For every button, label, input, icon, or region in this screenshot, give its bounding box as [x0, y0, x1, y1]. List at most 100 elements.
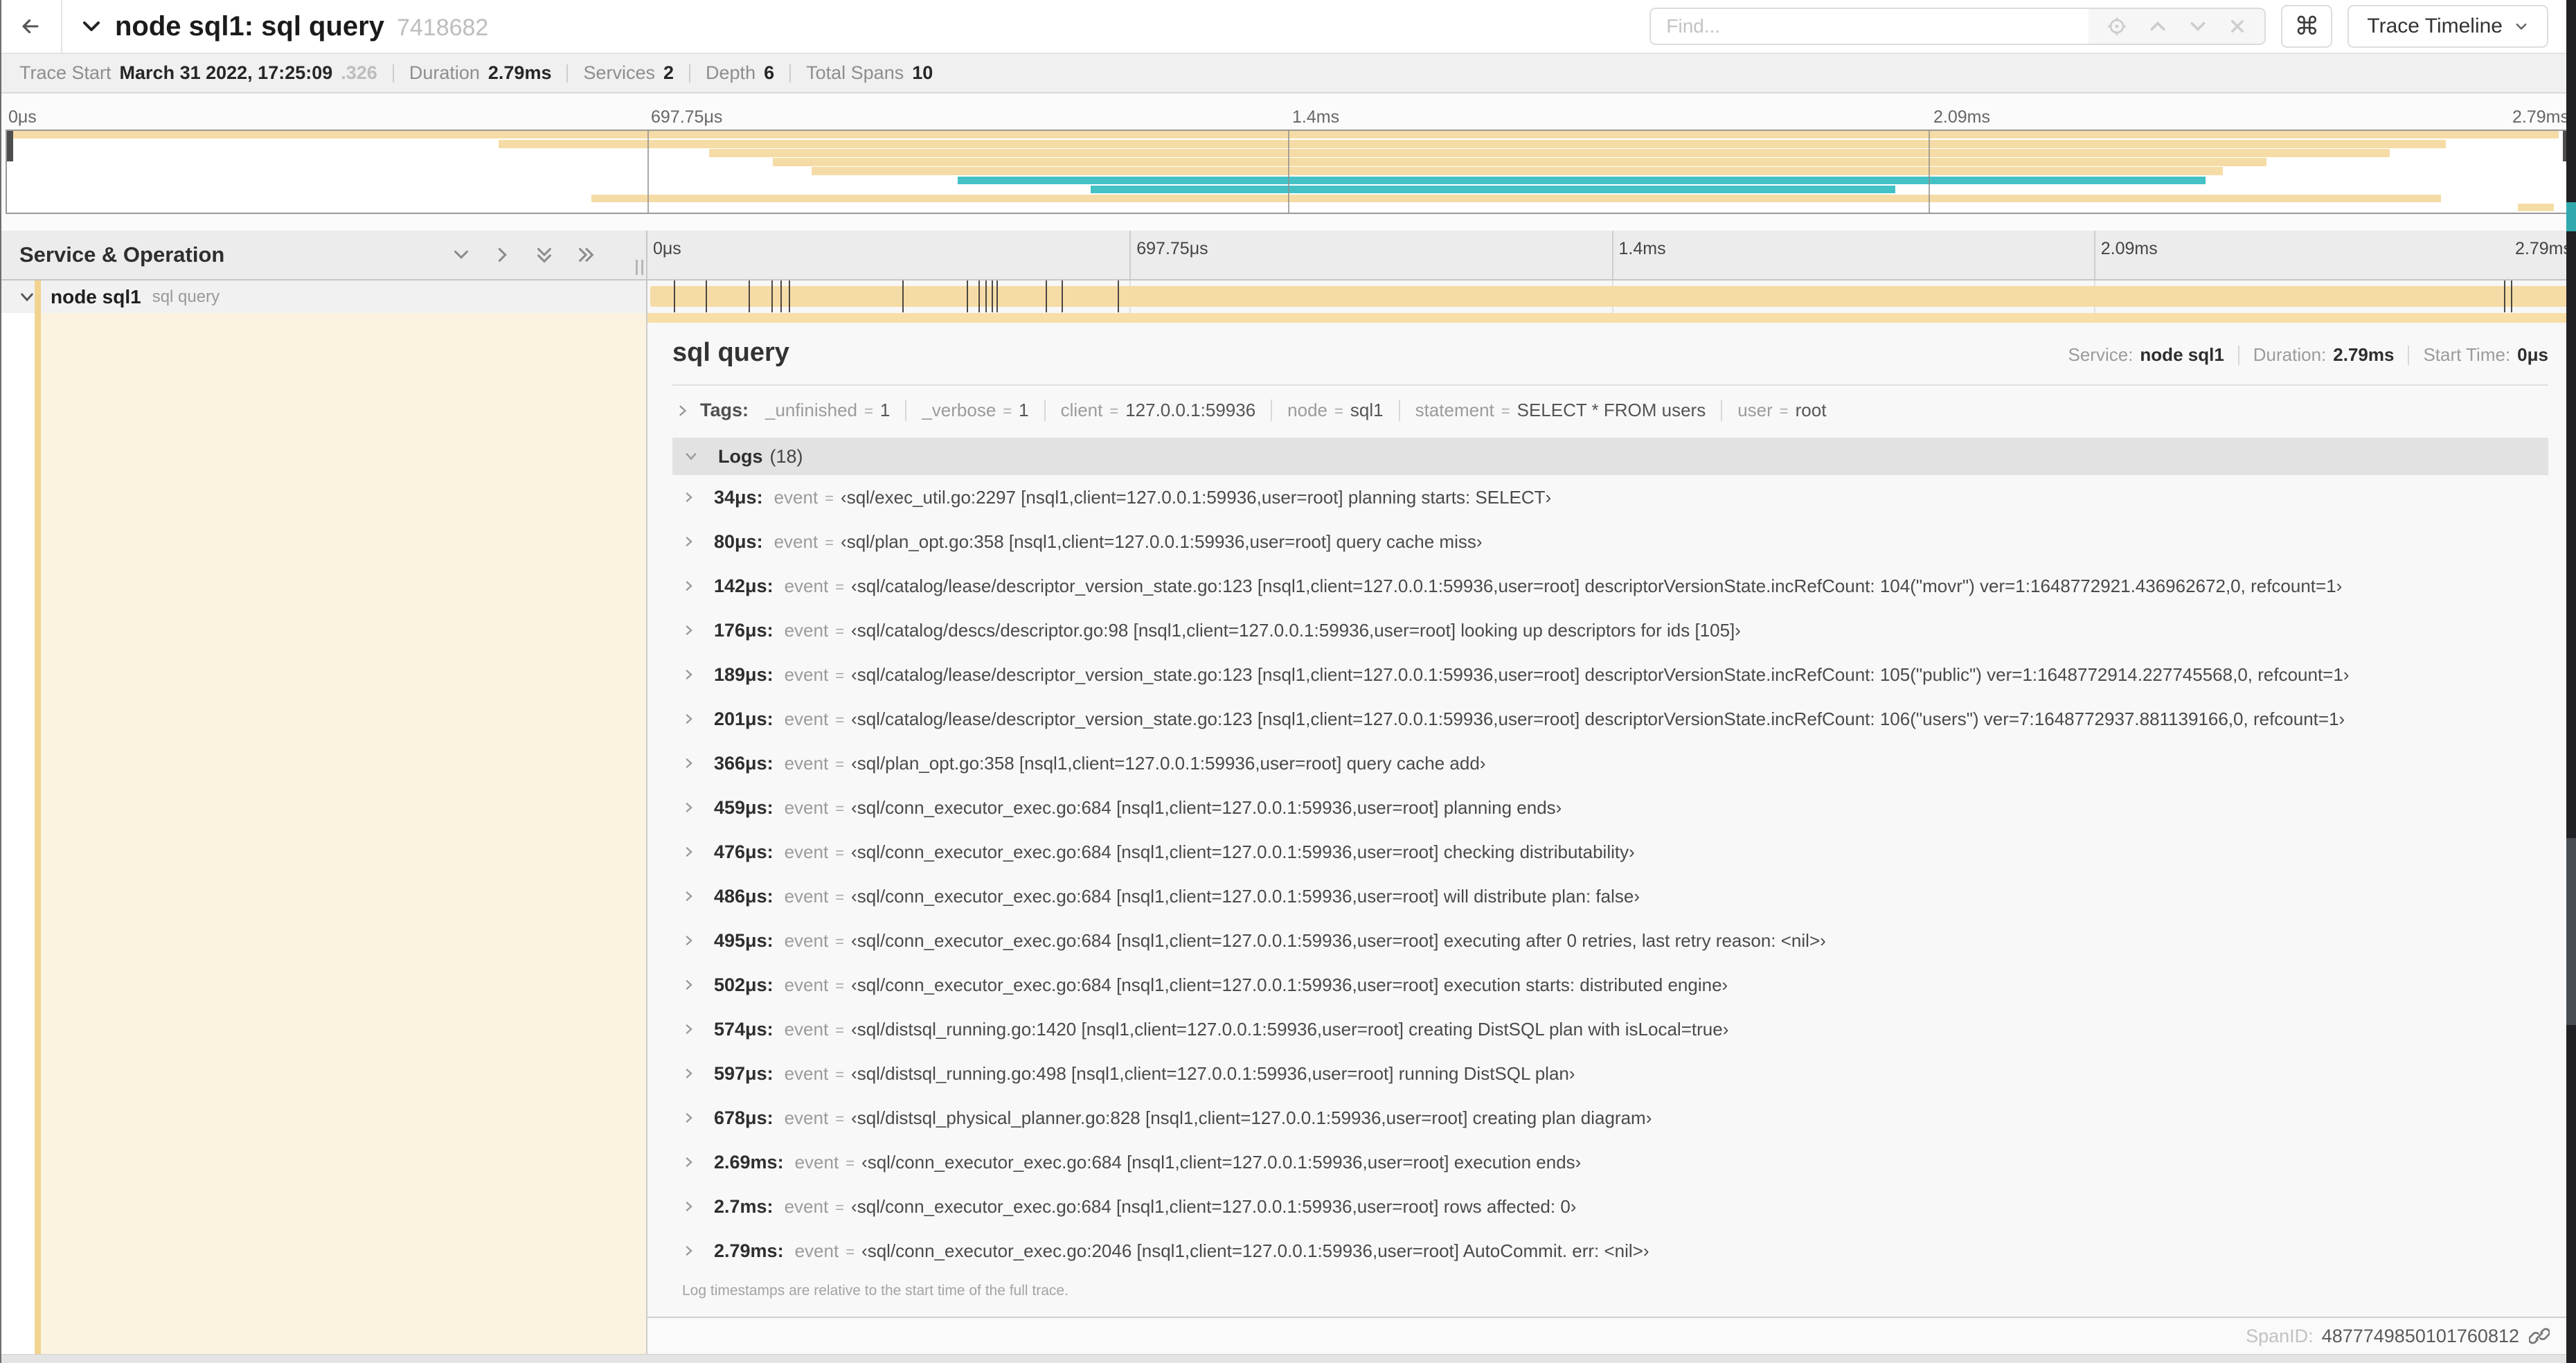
log-entry[interactable]: 2.79ms: event = ‹sql/conn_executor_exec.go…: [672, 1229, 2548, 1273]
minimap-canvas[interactable]: [6, 130, 2570, 214]
tag[interactable]: client = 127.0.0.1:59936: [1044, 400, 1256, 421]
log-entry[interactable]: 34μs: event = ‹sql/exec_util.go:2297 [nsql…: [672, 475, 2548, 519]
minimap-span-bar: [499, 140, 2447, 148]
tags-label: Tags:: [700, 400, 749, 420]
trace-id: 7418682: [396, 14, 489, 41]
log-message: ‹sql/catalog/lease/descriptor_version_st…: [851, 663, 2350, 685]
log-entry[interactable]: 476μs: event = ‹sql/conn_executor_exec.go:…: [672, 830, 2548, 874]
expand-all-icon[interactable]: [575, 244, 596, 265]
collapse-trace-chevron-icon[interactable]: [80, 15, 102, 37]
log-entry[interactable]: 80μs: event = ‹sql/plan_opt.go:358 [nsql1,…: [672, 519, 2548, 564]
log-entry[interactable]: 2.7ms: event = ‹sql/conn_executor_exec.go:…: [672, 1184, 2548, 1229]
log-timestamp: 495μs:: [714, 929, 773, 951]
chevron-right-icon: [682, 579, 696, 593]
log-entry[interactable]: 495μs: event = ‹sql/conn_executor_exec.go:…: [672, 918, 2548, 963]
log-message: ‹sql/conn_executor_exec.go:684 [nsql1,cl…: [851, 929, 1826, 951]
logs-section: Logs (18) 34μs: event = ‹sql/exec_util.g…: [672, 438, 2548, 1312]
divider: [2237, 345, 2239, 365]
minimap-left-scrubber[interactable]: [7, 131, 13, 161]
tag-value: 1: [1019, 400, 1029, 420]
collapse-span-chevron-icon[interactable]: [18, 288, 36, 306]
span-overview: Service: node sql1 Duration: 2.79ms Start …: [2068, 344, 2549, 366]
log-entry[interactable]: 502μs: event = ‹sql/conn_executor_exec.go:…: [672, 963, 2548, 1007]
top-actions: ⌘ Trace Timeline: [1649, 5, 2576, 48]
log-marker-tick: [1062, 280, 1064, 312]
log-message: ‹sql/plan_opt.go:358 [nsql1,client=127.0…: [851, 752, 1486, 774]
log-event: event = ‹sql/conn_executor_exec.go:684 [ns…: [784, 885, 1640, 907]
log-marker-tick: [966, 280, 968, 312]
log-event: event = ‹sql/conn_executor_exec.go:684 [ns…: [784, 796, 1562, 818]
back-button[interactable]: [0, 0, 62, 53]
log-event: event = ‹sql/catalog/lease/descriptor_vers…: [784, 575, 2343, 596]
log-entry[interactable]: 189μs: event = ‹sql/catalog/lease/descript…: [672, 652, 2548, 697]
log-event: event = ‹sql/conn_executor_exec.go:684 [ns…: [784, 929, 1826, 951]
log-entry[interactable]: 597μs: event = ‹sql/distsql_running.go:498…: [672, 1051, 2548, 1096]
tag[interactable]: node = sql1: [1271, 400, 1384, 421]
tag[interactable]: statement = SELECT * FROM users: [1398, 400, 1706, 421]
span-detail-card: sql query Service: node sql1 Duration: 2.7…: [647, 313, 2566, 1318]
collapse-all-icon[interactable]: [534, 244, 555, 265]
log-timestamp: 189μs:: [714, 663, 773, 685]
jaeger-trace-page: node sql1: sql query 7418682 Find... ⌘ T…: [0, 0, 2576, 1363]
log-entry[interactable]: 459μs: event = ‹sql/conn_executor_exec.go:…: [672, 785, 2548, 830]
chevron-right-icon: [675, 403, 690, 418]
log-marker-tick: [748, 280, 750, 312]
chevron-right-icon: [682, 978, 696, 992]
span-duration-bar[interactable]: [650, 280, 2573, 312]
screen-right-edge: [2566, 0, 2576, 1363]
divider: [689, 64, 691, 82]
clear-search-icon[interactable]: [2228, 17, 2246, 35]
trace-view-select[interactable]: Trace Timeline: [2347, 5, 2548, 48]
log-timestamp: 201μs:: [714, 708, 773, 729]
log-marker-tick: [771, 280, 773, 312]
log-entry[interactable]: 176μs: event = ‹sql/catalog/descs/descript…: [672, 608, 2548, 652]
log-timestamp: 597μs:: [714, 1062, 773, 1084]
column-resizer[interactable]: [636, 260, 643, 275]
tag[interactable]: user = root: [1721, 400, 1826, 421]
tag[interactable]: _unfinished = 1: [765, 400, 890, 421]
expand-one-icon[interactable]: [492, 244, 513, 265]
log-entry[interactable]: 201μs: event = ‹sql/catalog/lease/descript…: [672, 697, 2548, 741]
span-duration: Duration: 2.79ms: [2253, 344, 2395, 365]
log-entry[interactable]: 678μs: event = ‹sql/distsql_physical_plann…: [672, 1096, 2548, 1140]
deep-link-icon[interactable]: [2529, 1326, 2550, 1346]
span-bar-lane[interactable]: [647, 280, 2576, 313]
log-message: ‹sql/catalog/descs/descriptor.go:98 [nsq…: [851, 619, 1741, 641]
span-tree-cell[interactable]: node sql1 sql query: [0, 280, 647, 313]
span-service-name: node sql1: [51, 285, 141, 308]
divider: [566, 64, 569, 82]
log-entry[interactable]: 574μs: event = ‹sql/distsql_running.go:142…: [672, 1007, 2548, 1051]
log-timestamp: 2.69ms:: [714, 1151, 784, 1173]
previous-result-icon[interactable]: [2148, 17, 2167, 36]
minimap-ruler: 0μs 697.75μs 1.4ms 2.09ms 2.79ms: [6, 107, 2570, 130]
log-event: event = ‹sql/exec_util.go:2297 [nsql1,clie…: [773, 486, 1552, 508]
divider: [789, 64, 791, 82]
tag-value: 127.0.0.1:59936: [1125, 400, 1256, 420]
trace-depth: Depth 6: [706, 62, 775, 83]
log-entry[interactable]: 142μs: event = ‹sql/catalog/lease/descript…: [672, 564, 2548, 608]
tags-row[interactable]: Tags: _unfinished = 1 _verbose = 1 clien…: [672, 386, 2548, 434]
ruler-tick: 1.4ms: [1292, 107, 1340, 127]
chevron-right-icon: [682, 535, 696, 549]
find-input[interactable]: [1651, 9, 2089, 44]
log-marker-tick: [902, 280, 904, 312]
logs-section-header[interactable]: Logs (18): [672, 438, 2548, 475]
tag[interactable]: _verbose = 1: [905, 400, 1029, 421]
ruler-tick: 2.79ms: [2515, 239, 2572, 258]
log-marker-tick: [1046, 280, 1048, 312]
focus-match-icon[interactable]: [2107, 16, 2127, 37]
span-row-node-sql1[interactable]: node sql1 sql query: [0, 280, 2576, 313]
span-detail-panel: sql query Service: node sql1 Duration: 2.7…: [647, 313, 2576, 1354]
trace-title-area: node sql1: sql query 7418682: [80, 11, 488, 42]
collapse-one-icon[interactable]: [451, 244, 472, 265]
divider: [392, 64, 394, 82]
log-entry[interactable]: 366μs: event = ‹sql/plan_opt.go:358 [nsql1…: [672, 741, 2548, 785]
equals-sign: =: [864, 402, 873, 420]
log-entry[interactable]: 486μs: event = ‹sql/conn_executor_exec.go:…: [672, 874, 2548, 918]
keyboard-shortcuts-button[interactable]: ⌘: [2281, 5, 2333, 48]
log-event: event = ‹sql/conn_executor_exec.go:684 [ns…: [784, 974, 1728, 995]
log-entry[interactable]: 2.69ms: event = ‹sql/conn_executor_exec.go…: [672, 1140, 2548, 1184]
equals-sign: =: [1003, 402, 1012, 420]
log-event: event = ‹sql/catalog/lease/descriptor_vers…: [784, 708, 2345, 729]
next-result-icon[interactable]: [2188, 17, 2208, 36]
